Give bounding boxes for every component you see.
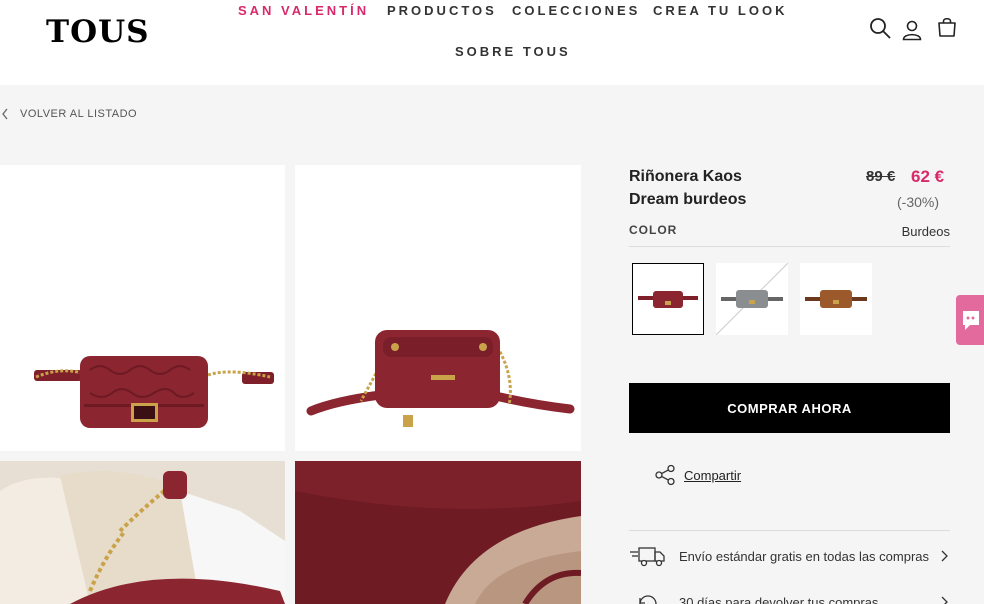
buy-now-button[interactable]: COMPRAR AHORA	[629, 383, 950, 433]
returns-icon	[639, 595, 657, 604]
shipping-info-text: Envío estándar gratis en todas las compr…	[679, 548, 930, 564]
selected-color-value: Burdeos	[901, 224, 950, 239]
shipping-info-row[interactable]: Envío estándar gratis en todas las compr…	[629, 541, 950, 571]
user-account-icon[interactable]	[901, 19, 923, 41]
shopping-bag-icon[interactable]	[936, 16, 958, 38]
chat-bubble-icon	[963, 311, 979, 330]
color-swatch-marron[interactable]	[800, 263, 872, 335]
share-icon	[655, 464, 675, 486]
nav-sobre-tous[interactable]: SOBRE TOUS	[455, 44, 571, 59]
chevron-right-icon	[941, 550, 948, 562]
product-image-back[interactable]	[295, 165, 581, 451]
color-label: COLOR	[629, 223, 678, 237]
tous-logo[interactable]: TOUS	[46, 14, 150, 50]
product-title: Riñonera Kaos Dream burdeos	[629, 168, 747, 208]
nav-colecciones[interactable]: COLECCIONES	[512, 3, 640, 18]
nav-san-valentin[interactable]: SAN VALENTÍN	[238, 3, 369, 18]
share-label: Compartir	[684, 467, 742, 483]
chevron-left-icon	[2, 108, 8, 120]
color-divider	[629, 246, 950, 247]
back-to-listing-link[interactable]: VOLVER AL LISTADO	[0, 105, 137, 123]
returns-info-text: 30 días para devolver tus compras	[679, 594, 879, 604]
product-image-detail[interactable]	[295, 461, 581, 604]
share-link[interactable]: Compartir	[654, 464, 741, 486]
chat-widget-tab[interactable]	[956, 295, 984, 345]
discount-badge: (-30%)	[897, 194, 940, 210]
chevron-right-icon	[941, 596, 948, 604]
returns-info-row[interactable]: 30 días para devolver tus compras	[629, 587, 950, 604]
product-image-front[interactable]	[0, 165, 285, 451]
delivery-truck-icon	[630, 547, 665, 567]
nav-productos[interactable]: PRODUCTOS	[387, 3, 497, 18]
nav-crea-tu-look[interactable]: CREA TU LOOK	[653, 3, 787, 18]
original-price: 89 €	[866, 168, 896, 185]
color-swatch-burdeos[interactable]	[632, 263, 704, 335]
product-image-worn[interactable]	[0, 461, 285, 604]
site-header: TOUS SAN VALENTÍN PRODUCTOS COLECCIONES …	[0, 0, 984, 85]
back-link-label: VOLVER AL LISTADO	[20, 108, 138, 120]
color-swatch-gris[interactable]	[715, 262, 789, 336]
info-divider	[629, 530, 950, 531]
sale-price: 62 €	[911, 167, 945, 186]
search-icon[interactable]	[869, 17, 891, 39]
